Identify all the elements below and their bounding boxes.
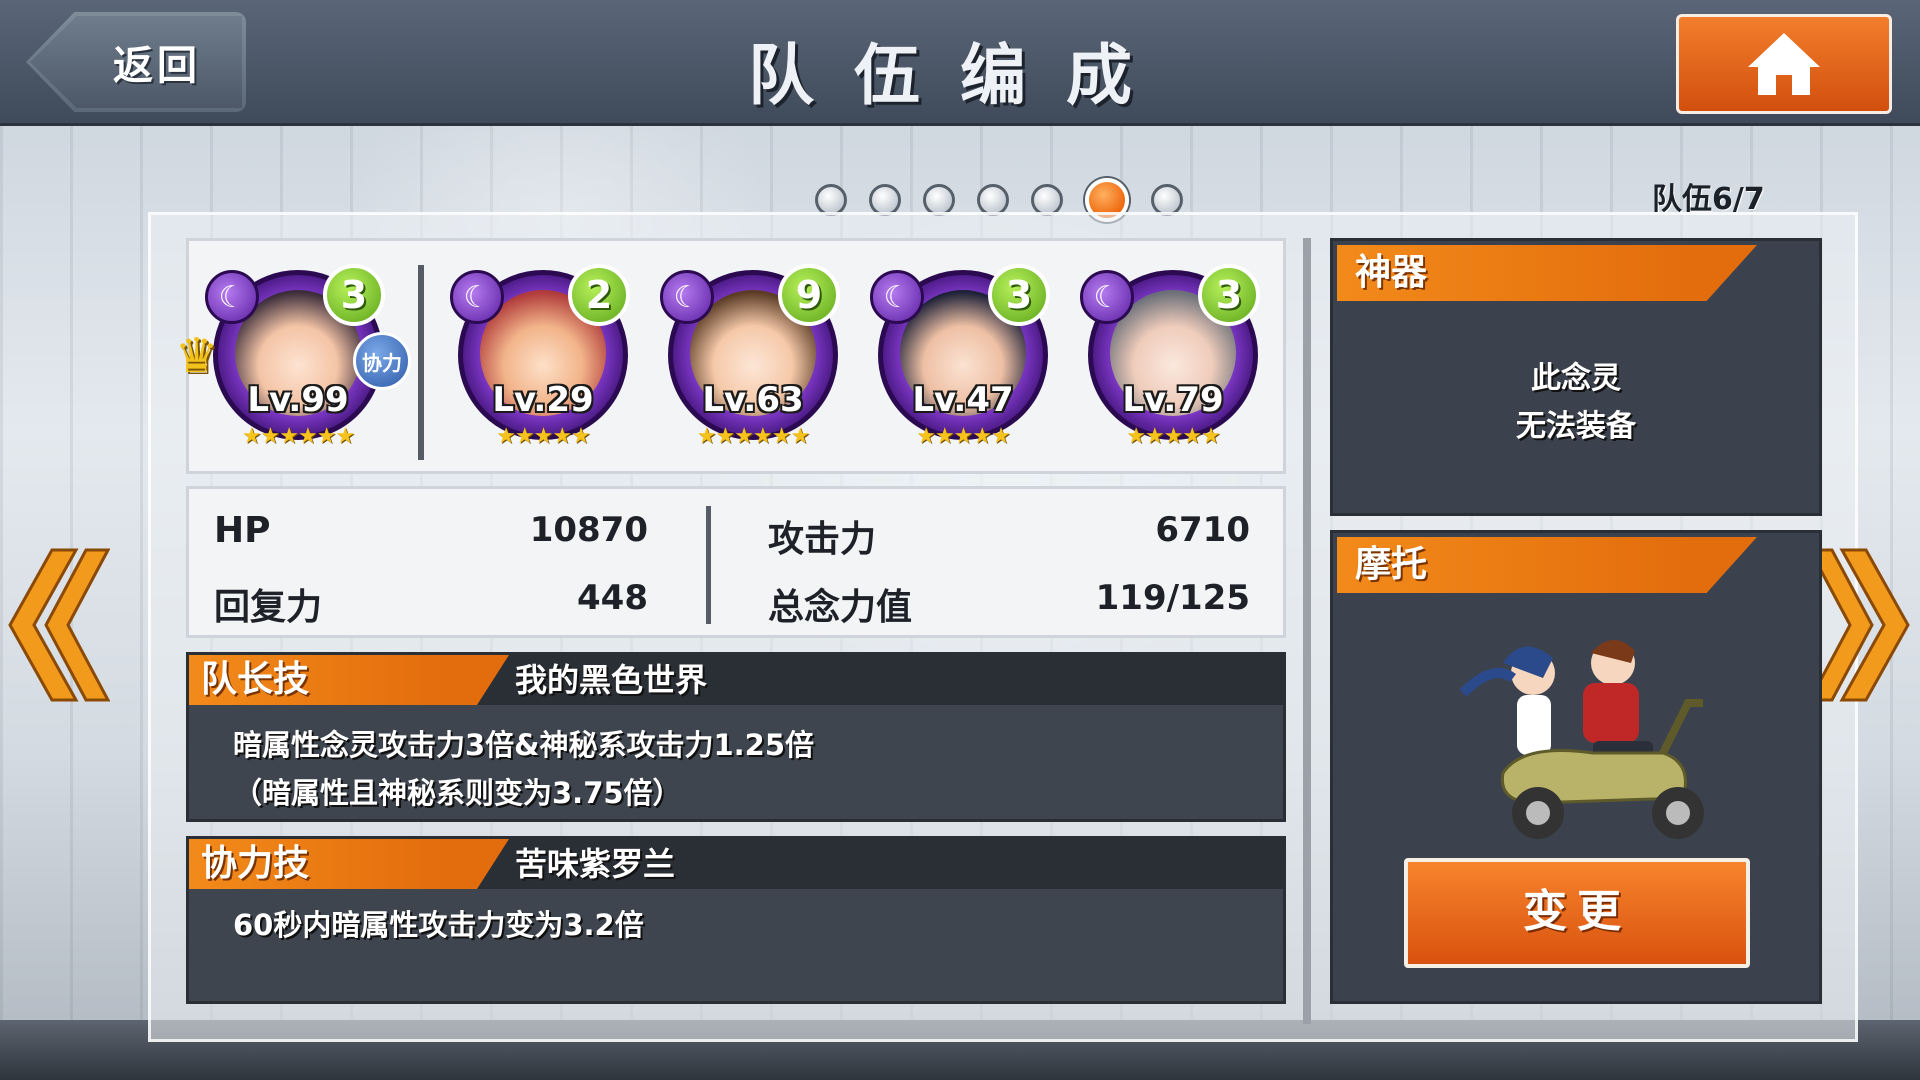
- member-stars: ★★★★★: [496, 424, 591, 449]
- top-header-bar: 返回 队伍编成: [0, 0, 1920, 126]
- stats-divider: [706, 506, 711, 624]
- prev-team-arrow[interactable]: [0, 540, 110, 710]
- total-cost-label: 总念力值: [768, 587, 913, 628]
- assist-skill-desc-line1: 60秒内暗属性攻击力变为3.2倍: [233, 908, 644, 942]
- moon-icon: ☾: [1080, 270, 1134, 324]
- motor-tag: 摩托: [1337, 537, 1757, 593]
- artifact-tag: 神器: [1337, 245, 1757, 301]
- motor-scooter-image: [1459, 639, 1704, 839]
- hp-value: 10870: [529, 510, 648, 550]
- home-button[interactable]: [1676, 14, 1892, 114]
- leader-skill-desc-line1: 暗属性念灵攻击力3倍&神秘系攻击力1.25倍: [233, 728, 815, 762]
- recovery-label: 回复力: [214, 587, 323, 628]
- next-team-arrow[interactable]: [1808, 540, 1918, 710]
- member-slot-3[interactable]: ☾ 9 Lv.63 ★★★★★★: [660, 264, 840, 458]
- total-cost-value: 119/125: [1095, 578, 1250, 618]
- member-stars: ★★★★★★: [241, 424, 355, 449]
- cost-badge: 3: [988, 264, 1050, 326]
- leader-skill-panel: 队长技 我的黑色世界 暗属性念灵攻击力3倍&神秘系攻击力1.25倍 （暗属性且神…: [186, 652, 1286, 822]
- assist-skill-panel: 协力技 苦味紫罗兰 60秒内暗属性攻击力变为3.2倍: [186, 836, 1286, 1004]
- member-level: Lv.29: [492, 380, 594, 420]
- member-slot-5[interactable]: ☾ 3 Lv.79 ★★★★★: [1080, 264, 1260, 458]
- cost-badge: 2: [568, 264, 630, 326]
- member-level: Lv.99: [247, 380, 349, 420]
- cost-badge: 9: [778, 264, 840, 326]
- leader-skill-name: 我的黑色世界: [515, 661, 708, 699]
- change-motor-button[interactable]: 变更: [1404, 858, 1750, 968]
- member-stars: ★★★★★: [1126, 424, 1221, 449]
- artifact-note-line1: 此念灵: [1531, 361, 1621, 396]
- member-level: Lv.47: [912, 380, 1014, 420]
- leader-divider: [418, 265, 424, 460]
- member-level: Lv.79: [1122, 380, 1224, 420]
- member-stars: ★★★★★★: [696, 424, 810, 449]
- leader-crown-icon: ♛: [175, 328, 219, 384]
- member-slot-2[interactable]: ☾ 2 Lv.29 ★★★★★: [450, 264, 630, 458]
- assist-skill-name: 苦味紫罗兰: [515, 845, 676, 883]
- moon-icon: ☾: [205, 270, 259, 324]
- hp-label: HP: [214, 510, 271, 551]
- member-stars: ★★★★★: [916, 424, 1011, 449]
- artifact-note-line2: 无法装备: [1516, 409, 1636, 444]
- double-chevron-right-icon: [1808, 548, 1910, 702]
- leader-skill-desc-line2: （暗属性且神秘系则变为3.75倍）: [233, 776, 682, 810]
- moon-icon: ☾: [660, 270, 714, 324]
- moon-icon: ☾: [450, 270, 504, 324]
- page-title: 队伍编成: [748, 37, 1172, 114]
- member-slot-1-leader[interactable]: ☾ 3 ♛ 协力 Lv.99 ★★★★★★: [175, 264, 411, 458]
- moon-icon: ☾: [870, 270, 924, 324]
- double-chevron-left-icon: [8, 548, 110, 702]
- attack-value: 6710: [1155, 510, 1250, 550]
- attack-label: 攻击力: [768, 519, 877, 560]
- recovery-value: 448: [577, 578, 648, 618]
- member-slot-4[interactable]: ☾ 3 Lv.47 ★★★★★: [870, 264, 1050, 458]
- assist-skill-tag: 协力技: [189, 839, 509, 889]
- column-divider: [1303, 238, 1311, 1024]
- cost-badge: 3: [1198, 264, 1260, 326]
- cost-badge: 3: [323, 264, 385, 326]
- home-icon: [1748, 33, 1820, 95]
- artifact-panel[interactable]: 神器 此念灵 无法装备: [1330, 238, 1822, 516]
- leader-skill-tag: 队长技: [189, 655, 509, 705]
- member-level: Lv.63: [702, 380, 804, 420]
